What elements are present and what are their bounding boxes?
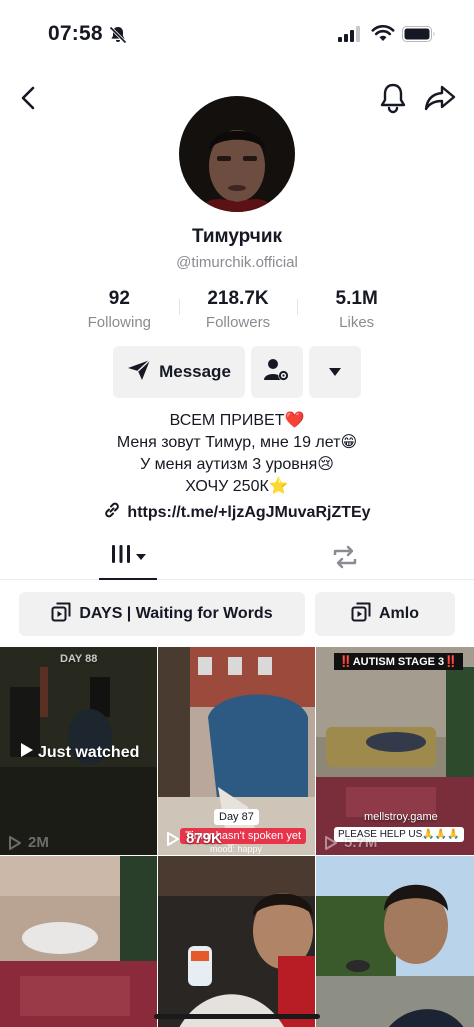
video-day-label: DAY 88: [60, 653, 98, 665]
battery-icon: [402, 26, 436, 47]
play-outline-icon: [324, 835, 338, 851]
video-thumbnail[interactable]: ‼️AUTISM STAGE 3‼️ mellstroy.game PLEASE…: [316, 647, 474, 855]
follow-settings-button[interactable]: [251, 346, 303, 398]
stat-label: Likes: [339, 314, 375, 331]
username: @timurchik.official: [176, 254, 298, 271]
link-icon: [103, 501, 121, 524]
video-thumbnail[interactable]: [316, 856, 474, 1027]
view-count: 879K: [166, 830, 222, 847]
video-thumbnail[interactable]: DAY 88 Just watched 2M: [0, 647, 157, 855]
playlist-label: DAYS | Waiting for Words: [79, 605, 273, 622]
view-count-text: 2M: [28, 834, 49, 851]
stat-value: 5.1M: [335, 288, 378, 309]
view-count: 5.7M: [324, 834, 377, 851]
stat-label: Following: [87, 314, 152, 331]
playlist-label: Amlo: [379, 605, 419, 622]
profile-stats: 92 Following 218.7K Followers 5.1M Likes: [60, 286, 416, 334]
tab-videos[interactable]: [99, 534, 157, 580]
share-icon[interactable]: [424, 84, 456, 112]
profile-actions: Message: [113, 346, 361, 398]
wifi-icon: [371, 24, 395, 47]
bell-slash-icon: [108, 25, 128, 50]
playlist-icon: [51, 602, 71, 627]
bell-icon[interactable]: [378, 82, 408, 114]
bio-line: Меня зовут Тимур, мне 19 лет😁: [116, 434, 358, 451]
more-options-button[interactable]: [309, 346, 361, 398]
play-icon: [20, 742, 34, 763]
view-count-text: 5.7M: [344, 834, 378, 851]
message-button[interactable]: Message: [113, 346, 245, 398]
just-watched-text: Just watched: [38, 743, 140, 761]
stat-value: 218.7K: [207, 288, 269, 309]
day-badge: Day 87: [214, 809, 259, 825]
stat-following[interactable]: 92 Following: [60, 286, 179, 334]
avatar[interactable]: [179, 96, 295, 212]
caret-down-icon: [136, 547, 146, 565]
playlist-amlo[interactable]: Amlo: [315, 592, 455, 636]
bio-line: ХОЧУ 250К⭐: [185, 478, 289, 495]
send-icon: [127, 358, 151, 386]
video-thumbnail[interactable]: [158, 856, 315, 1027]
playlist-icon: [351, 602, 371, 627]
video-grid: DAY 88 Just watched 2M Day 87 Timur hasn…: [0, 647, 474, 1027]
bio: ВСЕМ ПРИВЕТ❤️ Меня зовут Тимур, мне 19 л…: [0, 410, 474, 498]
view-count: 2M: [8, 834, 49, 851]
cellular-signal-icon: [338, 26, 362, 47]
content-tabs: [0, 534, 474, 580]
bio-link[interactable]: https://t.me/+ljzAgJMuvaRjZTEy: [0, 501, 474, 524]
playlist-days[interactable]: DAYS | Waiting for Words: [19, 592, 305, 636]
home-indicator: [154, 1014, 320, 1019]
autism-stage-badge: ‼️AUTISM STAGE 3‼️: [334, 653, 463, 670]
back-arrow-icon[interactable]: [14, 84, 42, 112]
video-thumbnail[interactable]: [0, 856, 157, 1027]
message-label: Message: [159, 362, 231, 381]
link-text: https://t.me/+ljzAgJMuvaRjZTEy: [127, 503, 371, 521]
status-bar: 07:58: [0, 0, 474, 70]
reposts-icon[interactable]: [330, 542, 360, 572]
stat-likes[interactable]: 5.1M Likes: [297, 286, 416, 334]
bio-line: ВСЕМ ПРИВЕТ❤️: [169, 412, 305, 429]
user-settings-icon: [264, 358, 290, 387]
stat-followers[interactable]: 218.7K Followers: [178, 286, 298, 334]
caret-down-icon: [329, 363, 341, 381]
display-name: Тимурчик: [191, 226, 283, 247]
stat-label: Followers: [205, 314, 271, 331]
view-count-text: 879K: [186, 830, 222, 847]
play-outline-icon: [166, 831, 180, 847]
stat-value: 92: [108, 288, 130, 309]
videos-grid-icon: [110, 543, 132, 570]
video-thumbnail[interactable]: Day 87 Timur hasn't spoken yet mood: hap…: [158, 647, 315, 855]
playlists: DAYS | Waiting for Words Amlo: [19, 592, 455, 636]
bio-line: У меня аутизм 3 уровня😢: [140, 456, 334, 473]
just-watched-label: Just watched: [20, 742, 139, 763]
video-watermark: mellstroy.game: [364, 811, 438, 823]
status-time: 07:58: [48, 22, 103, 45]
play-outline-icon: [8, 835, 22, 851]
